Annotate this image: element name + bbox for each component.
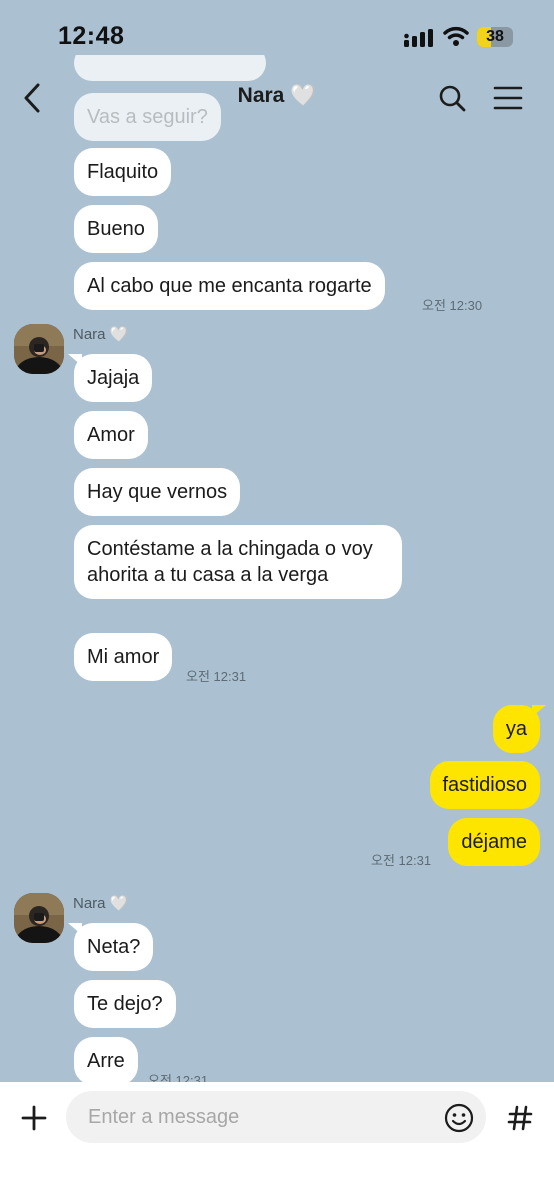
sender-name: Nara 🤍	[73, 326, 129, 343]
received-message[interactable]: Mi amor	[74, 633, 173, 681]
message-input[interactable]	[66, 1091, 486, 1143]
search-icon[interactable]	[436, 82, 468, 114]
received-message[interactable]: Hay que vernos	[74, 468, 241, 516]
chat-title: Nara 🤍	[237, 84, 317, 107]
battery-indicator: 38	[477, 27, 513, 47]
avatar[interactable]	[14, 324, 64, 374]
received-message[interactable]: Arre	[74, 1037, 138, 1082]
sender-name: Nara 🤍	[73, 895, 129, 912]
hashtag-icon[interactable]	[500, 1098, 540, 1138]
menu-icon[interactable]	[492, 82, 524, 114]
message-timestamp: 오전 12:31	[148, 1073, 209, 1082]
chat-messages: Vas a seguir? Flaquito Bueno Al cabo que…	[0, 55, 554, 1082]
avatar-photo	[14, 324, 64, 374]
received-message[interactable]: Jajaja	[67, 354, 153, 402]
cellular-signal-icon	[404, 29, 433, 47]
chat-header: Nara 🤍	[0, 70, 554, 126]
message-timestamp: 오전 12:30	[422, 298, 483, 313]
plus-icon[interactable]	[14, 1098, 54, 1138]
status-time: 12:48	[58, 22, 125, 50]
battery-level: 38	[486, 28, 504, 45]
received-message[interactable]: Amor	[74, 411, 148, 459]
message-timestamp: 오전 12:31	[371, 853, 432, 868]
avatar-photo	[14, 893, 64, 943]
sent-message[interactable]: fastidioso	[429, 761, 540, 809]
received-message[interactable]: Neta?	[67, 923, 154, 971]
received-message[interactable]: Te dejo?	[74, 980, 176, 1028]
emoji-icon[interactable]	[443, 1102, 475, 1134]
received-message[interactable]: Al cabo que me encanta rogarte	[74, 262, 385, 310]
message-input-bar	[0, 1082, 554, 1199]
received-message[interactable]: Contéstame a la chingada o voy ahorita a…	[74, 525, 402, 599]
avatar[interactable]	[14, 893, 64, 943]
wifi-icon	[443, 26, 469, 46]
received-message[interactable]: Flaquito	[74, 148, 172, 196]
received-message[interactable]: Bueno	[74, 205, 158, 253]
sent-message[interactable]: ya	[492, 705, 547, 753]
message-timestamp: 오전 12:31	[186, 669, 247, 684]
sent-message[interactable]: déjame	[448, 818, 540, 866]
